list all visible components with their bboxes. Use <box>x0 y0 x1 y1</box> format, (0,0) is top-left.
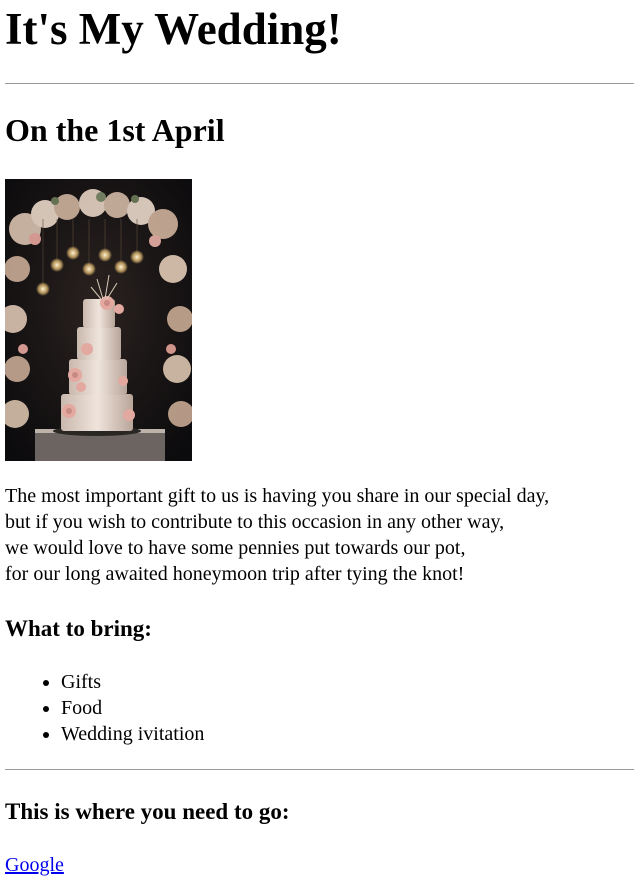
intro-paragraph: The most important gift to us is having … <box>5 483 634 587</box>
intro-line: but if you wish to contribute to this oc… <box>5 511 505 533</box>
intro-line: we would love to have some pennies put t… <box>5 537 466 559</box>
wedding-cake-photo <box>5 179 192 461</box>
list-item: Food <box>61 695 634 721</box>
directions-heading: This is where you need to go: <box>5 799 290 824</box>
intro-line: for our long awaited honeymoon trip afte… <box>5 563 465 585</box>
list-item: Wedding ivitation <box>61 721 634 747</box>
intro-line: The most important gift to us is having … <box>5 485 550 507</box>
divider <box>5 83 634 84</box>
list-item: Gifts <box>61 669 634 695</box>
google-link[interactable]: Google <box>5 854 64 876</box>
link-container: Google <box>5 852 634 877</box>
bring-list: Gifts Food Wedding ivitation <box>5 669 634 747</box>
page-title: It's My Wedding! <box>5 4 342 54</box>
date-heading: On the 1st April <box>5 112 225 148</box>
divider <box>5 769 634 770</box>
bring-heading: What to bring: <box>5 616 152 641</box>
